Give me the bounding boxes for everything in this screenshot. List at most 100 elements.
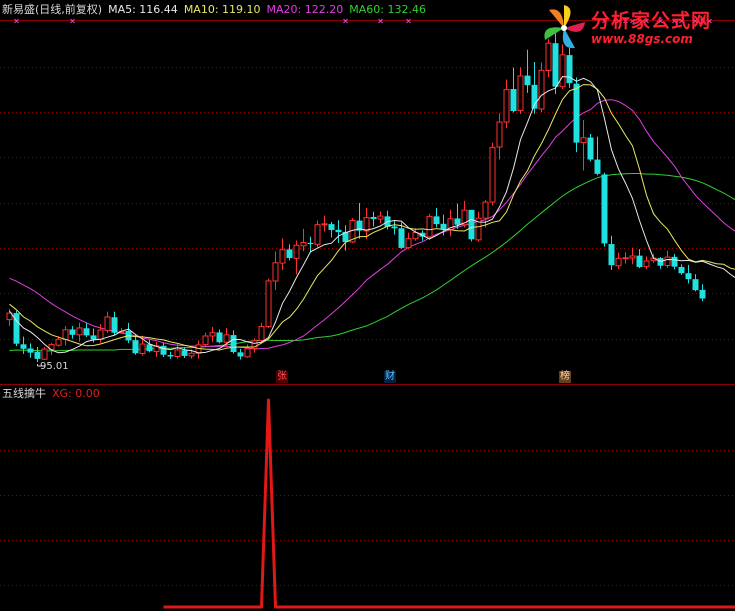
candle-body-down (34, 351, 41, 359)
candle (125, 322, 132, 344)
candle (202, 332, 209, 347)
candle (412, 228, 419, 241)
ma5-legend: MA5: 116.44 (108, 3, 178, 16)
candle-body-down (216, 332, 223, 343)
candle-body-up (244, 348, 251, 358)
candle (426, 213, 433, 240)
candle (244, 344, 251, 358)
candle-body-up (629, 255, 636, 259)
candle (293, 240, 300, 275)
candle (195, 340, 202, 359)
candle-body-down (307, 242, 314, 245)
candle (671, 254, 678, 270)
watermark-logo: 分析家公式网 www.88gs.com (537, 2, 733, 54)
candle-body-up (426, 215, 433, 238)
candle (699, 284, 706, 302)
candle (692, 274, 699, 292)
candle (41, 346, 48, 361)
candle (496, 113, 503, 160)
event-tag-cai[interactable]: 财 (384, 371, 396, 383)
candle-body-down (132, 340, 139, 354)
candle-body-up (202, 335, 209, 346)
candle-body-down (370, 216, 377, 220)
candle-body-up (377, 215, 384, 220)
candle (405, 232, 412, 250)
candle-body-down (692, 279, 699, 291)
candle-body-down (594, 159, 601, 174)
candle-body-down (468, 209, 475, 240)
candle (83, 322, 90, 338)
candle-body-down (678, 266, 685, 274)
ma5-line-group (9, 75, 735, 354)
stock-chart[interactable] (0, 0, 735, 611)
candle (216, 329, 223, 344)
candle-body-down (328, 224, 335, 231)
candle (587, 133, 594, 162)
candle-body-up (517, 75, 524, 111)
candle (76, 322, 83, 342)
candle (20, 336, 27, 354)
candle-body-up (258, 325, 265, 341)
candle-body-down (587, 137, 594, 160)
candle (209, 327, 216, 342)
candle-body-up (174, 349, 181, 358)
candle-body-up (97, 329, 104, 341)
candle (370, 211, 377, 227)
candle-body-down (524, 75, 531, 86)
candle (447, 209, 454, 237)
candle-body-up (482, 201, 489, 219)
candle (615, 252, 622, 270)
candle (517, 67, 524, 115)
candle-body-down (601, 174, 608, 244)
ma60-line (9, 173, 735, 352)
candle-body-down (391, 226, 398, 229)
candle-body-up (503, 89, 510, 123)
candle (601, 172, 608, 247)
candle (230, 330, 237, 354)
candle (13, 310, 20, 347)
candlestick-series (6, 33, 706, 363)
candle-body-up (62, 329, 69, 341)
candle-body-down (636, 255, 643, 267)
candle (433, 208, 440, 228)
candle (167, 351, 174, 359)
candle (335, 220, 342, 243)
candle-body-up (279, 249, 286, 264)
candle (657, 257, 664, 269)
candle-body-up (41, 348, 48, 360)
candle-body-up (580, 137, 587, 144)
candle-body-down (20, 344, 27, 349)
candle-body-down (608, 244, 615, 266)
candle (468, 209, 475, 242)
candle-body-up (559, 54, 566, 88)
ma10-legend: MA10: 119.10 (183, 3, 261, 16)
event-tag-bang[interactable]: 榜 (559, 371, 571, 383)
candle-body-down (146, 344, 153, 352)
candle (132, 334, 139, 355)
candle-body-up (272, 262, 279, 282)
candle (265, 278, 272, 328)
event-tag-zhang[interactable]: 张 (276, 371, 288, 383)
watermark-brand: 分析家公式网 (591, 10, 712, 32)
candle-body-up (76, 327, 83, 336)
candle-body-up (209, 332, 216, 337)
candle-body-down (573, 83, 580, 143)
candle (279, 238, 286, 270)
ma60-line-group (9, 173, 735, 352)
candle-body-up (363, 217, 370, 232)
candle (503, 79, 510, 129)
candle-body-up (293, 244, 300, 259)
candle (391, 220, 398, 235)
candle (160, 342, 167, 357)
candle-body-up (55, 338, 62, 346)
candle (580, 119, 587, 171)
candle (482, 200, 489, 228)
candle-body-down (685, 273, 692, 280)
candle (62, 326, 69, 346)
candle-body-up (139, 343, 146, 355)
candle-body-down (230, 335, 237, 353)
candle (104, 311, 111, 334)
candle-body-down (671, 256, 678, 267)
candle-body-down (181, 350, 188, 356)
candle-body-down (167, 355, 174, 357)
